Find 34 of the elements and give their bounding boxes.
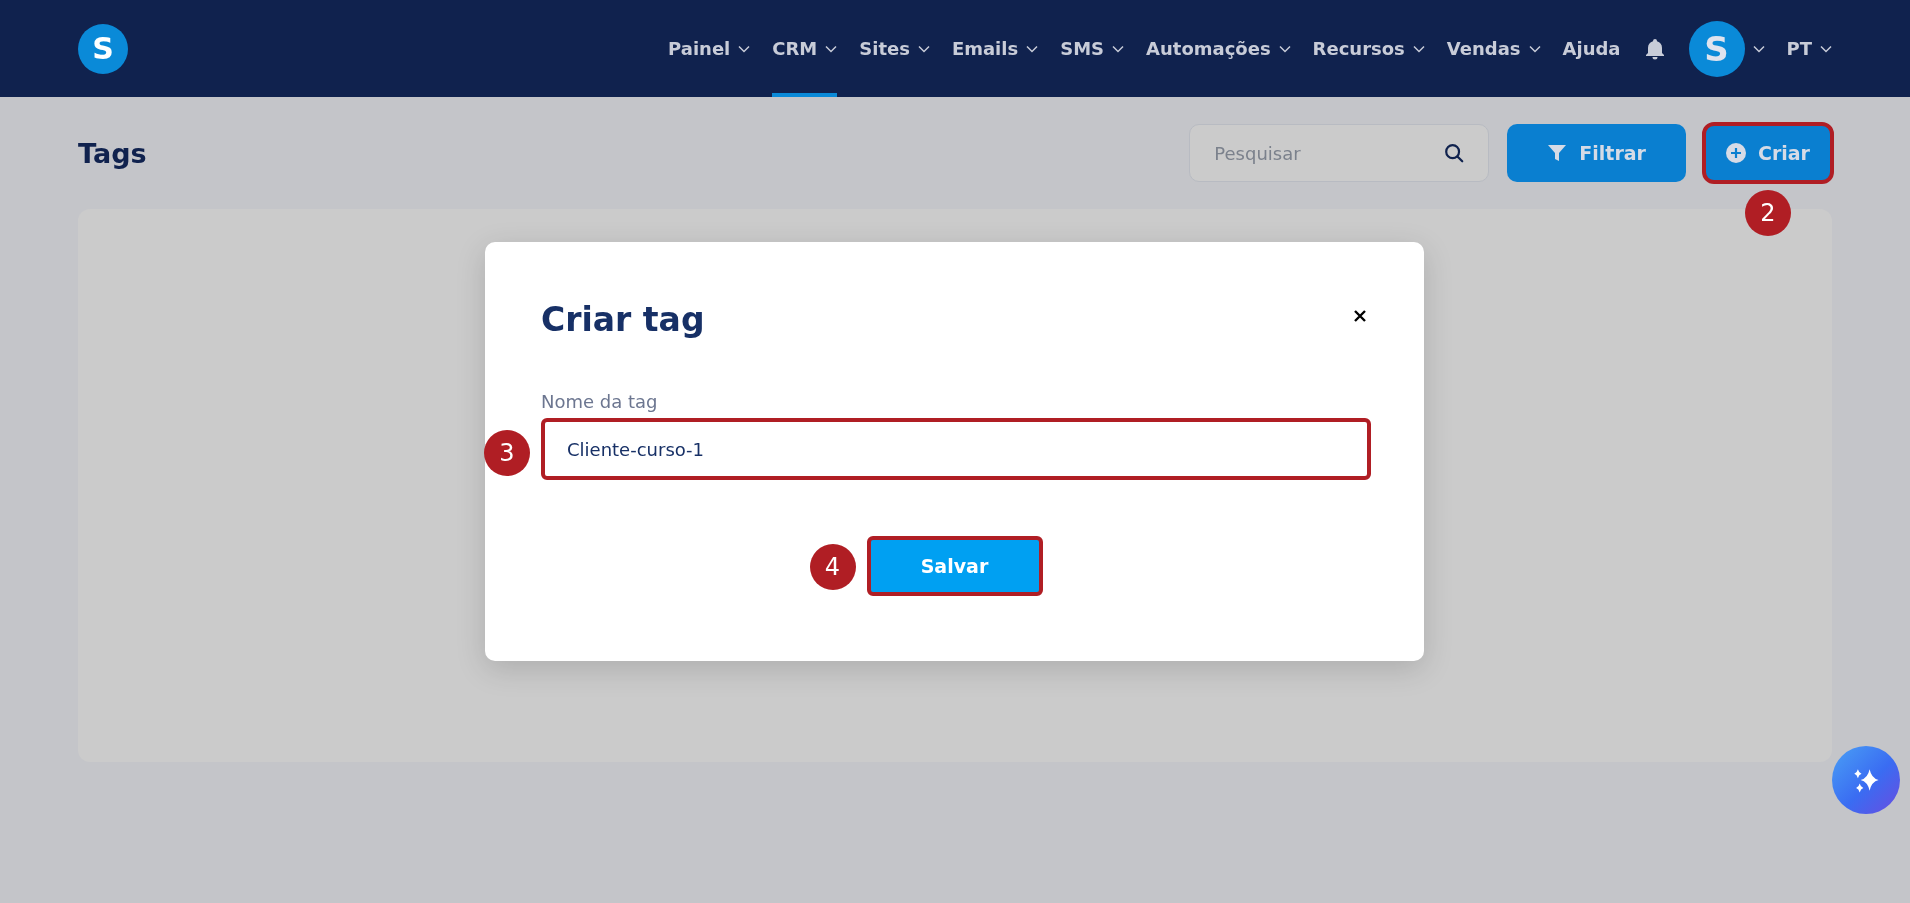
chevron-down-icon <box>1412 44 1425 53</box>
search-field[interactable]: Pesquisar <box>1189 124 1490 182</box>
chevron-down-icon <box>1528 44 1541 53</box>
chevron-down-icon <box>917 44 930 53</box>
nav-menu-item[interactable]: Vendas <box>1446 0 1541 97</box>
filter-icon <box>1547 143 1568 163</box>
field-label: Nome da tag <box>541 391 659 412</box>
logo[interactable]: S <box>78 23 128 74</box>
page-title: Tags <box>78 137 148 169</box>
avatar: S <box>1688 20 1745 77</box>
nav-menu-item[interactable]: Recursos <box>1312 0 1425 97</box>
language-menu[interactable]: PT <box>1786 0 1832 97</box>
step-number-marker: 4 <box>809 544 856 590</box>
nav-menu-item[interactable]: Emails <box>951 0 1039 97</box>
chevron-down-icon <box>825 44 838 53</box>
nav-menu-item[interactable]: Painel <box>668 0 751 97</box>
step-number-marker: 2 <box>1745 190 1791 236</box>
nav-menu-item[interactable]: Automações <box>1146 0 1291 97</box>
search-icon <box>1443 142 1466 164</box>
chevron-down-icon <box>1278 44 1291 53</box>
step-number-marker: 3 <box>484 430 530 476</box>
nav-menu-item[interactable]: CRM <box>772 0 838 97</box>
close-icon[interactable] <box>1353 309 1367 323</box>
nav-menu-item[interactable]: SMS <box>1060 0 1125 97</box>
plus-circle-icon <box>1725 143 1746 163</box>
chevron-down-icon <box>1112 44 1125 53</box>
chevron-down-icon <box>1026 44 1039 53</box>
modal-title: Criar tag <box>541 300 705 339</box>
chevron-down-icon <box>1752 44 1765 53</box>
chevron-down-icon <box>1820 44 1832 53</box>
tag-name-input[interactable]: Cliente-curso-1 <box>541 418 1371 480</box>
nav-menu-item[interactable]: Sites <box>859 0 930 97</box>
nav-menu-item[interactable]: Ajuda <box>1562 0 1621 97</box>
chevron-down-icon <box>738 44 751 53</box>
